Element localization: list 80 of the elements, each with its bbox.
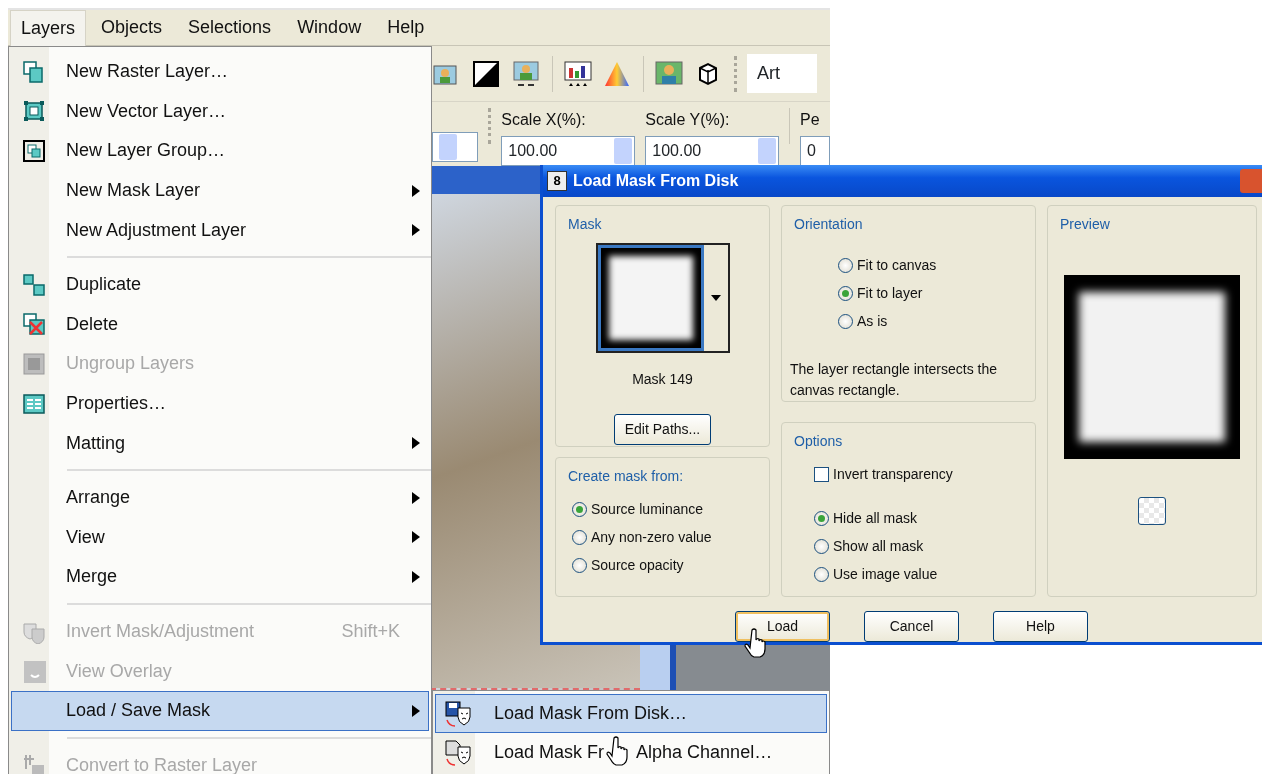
radio-label: Show all mask [833,536,924,556]
submenu-arrow-icon [412,491,420,504]
radio-label: Hide all mask [833,508,918,528]
mask-name: Mask 149 [632,370,693,389]
submenu-arrow-icon [412,531,420,544]
radio-button[interactable] [814,538,829,554]
preset-field[interactable]: Art [747,54,817,93]
radio-button[interactable] [838,285,853,301]
field-label: Scale X(%): [501,110,587,130]
menu-item[interactable]: Duplicate [11,264,429,305]
menu-item[interactable]: Load Mask Fr Alpha Channel… [435,733,827,772]
menu-item[interactable]: New Raster Layer… [11,52,429,92]
duplicate-icon [22,272,46,297]
radio-label: Fit to canvas [857,255,937,275]
submenu-arrow-icon [412,704,420,717]
radio-button[interactable] [572,557,587,573]
radio-button[interactable] [572,501,587,517]
menu-item[interactable]: New Layer Group… [11,131,429,171]
radio-button[interactable] [838,257,853,273]
chart-icon[interactable] [563,59,593,88]
overlay-icon [22,659,46,684]
dialog-title: Load Mask From Disk [573,171,739,191]
description-text: The layer rectangle intersects the canvas rectangle. [790,360,998,400]
spin-field[interactable]: 0 [800,136,830,166]
field-label: Pe [800,110,821,130]
submenu-arrow-icon [412,184,420,197]
edit-paths-button[interactable]: Edit Paths... [613,414,712,445]
properties-icon [22,391,46,416]
menu-item[interactable]: Delete [11,304,429,345]
menu-bar-item[interactable]: Objects [90,10,174,46]
radio-label: Fit to layer [857,283,923,303]
vector-layer-icon [22,99,46,124]
app-logo-icon: 8 [547,171,567,191]
radio-label: Any non-zero value [591,527,712,547]
radio-label: As is [857,311,888,331]
contrast-icon[interactable] [472,59,502,88]
dialog-button[interactable]: Help [993,611,1088,642]
ungroup-icon [22,351,46,376]
menu-item[interactable]: New Vector Layer… [11,91,429,132]
checkbox-label: Invert transparency [833,464,953,484]
menu-item[interactable]: Load / Save Mask [11,690,429,731]
spin-field[interactable]: 100.00 [645,136,780,166]
disk-mask-icon [444,699,472,728]
menu-item[interactable]: View [11,517,429,558]
person-picture-icon[interactable] [512,59,542,88]
menu-bar-item[interactable]: Window [286,10,373,46]
radio-label: Source luminance [591,499,704,519]
layer-group-icon [22,139,46,163]
menu-bar-item[interactable]: Layers [10,10,87,46]
spin-field[interactable]: 100.00 [501,136,636,166]
menu-item[interactable]: Properties… [11,383,429,424]
menu-item[interactable]: New Adjustment Layer [11,210,429,250]
delete-icon [22,312,46,337]
mask-picker[interactable] [595,243,730,353]
channel-mask-icon [444,738,472,767]
menu-item[interactable]: Matting [11,423,429,463]
dropdown-arrow-icon [710,295,721,301]
radio-button[interactable] [814,510,829,526]
menu-item[interactable]: Arrange [11,477,429,518]
menu-item[interactable]: Merge [11,557,429,597]
menu-bar-item[interactable]: Selections [177,10,283,46]
submenu-arrow-icon [412,224,420,237]
radio-label: Source opacity [591,555,684,575]
dialog-button[interactable]: Load [735,611,830,642]
transparency-button[interactable] [1138,497,1166,525]
layers-icon [22,59,46,84]
dialog-button[interactable]: Cancel [864,611,959,642]
radio-label: Use image value [833,564,938,584]
menu-item[interactable]: New Mask Layer [11,170,429,211]
radio-button[interactable] [814,566,829,582]
radio-button[interactable] [572,529,587,545]
radio-button[interactable] [838,313,853,329]
menu-bar-item[interactable]: Help [376,10,436,46]
spin-field[interactable] [432,132,479,162]
field-label: Scale Y(%): [645,110,731,130]
convert-icon [22,753,46,774]
submenu-arrow-icon [412,570,420,583]
menu-item[interactable]: Load Mask From Disk… [435,694,827,733]
checkbox[interactable] [814,466,829,482]
submenu-arrow-icon [412,437,420,450]
